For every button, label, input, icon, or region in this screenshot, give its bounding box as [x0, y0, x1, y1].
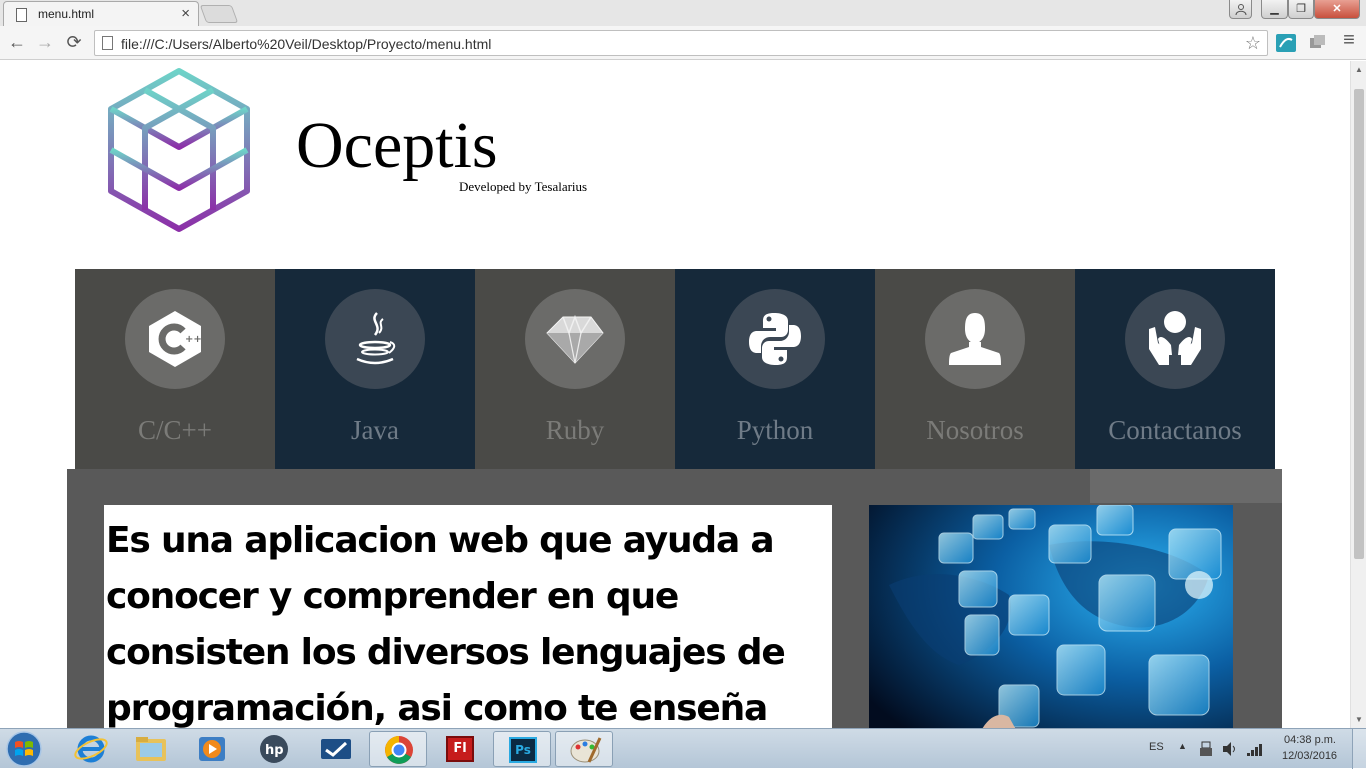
taskbar-flash[interactable]: Fl	[431, 731, 489, 767]
menu-icon-circle	[325, 289, 425, 389]
clock-time[interactable]: 04:38 p.m.	[1284, 734, 1336, 746]
windows-taskbar: hp Fl Ps ES ▲ 04:38 p.m. 12/03/2016	[0, 728, 1366, 769]
close-button[interactable]: ✕	[1314, 0, 1360, 19]
helping-hands-icon	[1149, 311, 1201, 365]
tab-strip: menu.html × ▁ ❐ ✕	[0, 0, 1366, 27]
task-app-icon	[321, 739, 351, 759]
taskbar-file-explorer[interactable]	[122, 731, 180, 767]
user-profile-icon	[1235, 4, 1246, 16]
chrome-icon	[385, 736, 413, 764]
menu-item-contactanos[interactable]: Contactanos	[1075, 269, 1275, 469]
url-text: file:///C:/Users/Alberto%20Veil/Desktop/…	[121, 36, 492, 52]
menu-icon-circle	[725, 289, 825, 389]
menu-icon-circle: ++	[125, 289, 225, 389]
page-icon	[102, 36, 113, 50]
windows-logo-icon	[6, 731, 42, 767]
oceptis-logo	[108, 68, 250, 232]
start-button[interactable]	[4, 730, 44, 768]
scroll-down-arrow-icon[interactable]: ▼	[1355, 715, 1363, 724]
photoshop-icon: Ps	[509, 737, 537, 763]
java-icon	[356, 312, 396, 365]
cast-extension-icon[interactable]	[1308, 34, 1328, 52]
profile-button[interactable]	[1229, 0, 1252, 19]
page-icon	[16, 8, 27, 22]
svg-text:hp: hp	[265, 743, 284, 758]
menu-icon-circle	[1125, 289, 1225, 389]
menu-item-label: Python	[736, 415, 814, 445]
menu-item-label: Contactanos	[1108, 415, 1242, 445]
taskbar-paint[interactable]	[555, 731, 613, 767]
volume-icon[interactable]	[1222, 741, 1238, 757]
show-desktop-button[interactable]	[1352, 729, 1366, 769]
chrome-menu-button[interactable]: ≡	[1338, 29, 1360, 52]
scroll-up-arrow-icon[interactable]: ▲	[1355, 65, 1363, 74]
taskbar-internet-explorer[interactable]	[62, 731, 120, 767]
reload-button[interactable]: ⟳	[63, 32, 85, 53]
menu-item-nosotros[interactable]: Nosotros	[875, 269, 1075, 469]
tab-close-button[interactable]: ×	[181, 5, 190, 22]
menu-item-label: Nosotros	[926, 415, 1024, 445]
taskbar-hp[interactable]: hp	[245, 731, 303, 767]
taskbar-chrome[interactable]	[369, 731, 427, 767]
ruby-icon	[546, 314, 604, 364]
browser-tab[interactable]: menu.html ×	[3, 1, 199, 27]
scrollbar-thumb[interactable]	[1354, 89, 1364, 559]
language-indicator[interactable]: ES	[1149, 741, 1164, 753]
paint-icon	[570, 737, 602, 763]
show-hidden-icons-button[interactable]: ▲	[1178, 741, 1187, 751]
brand-name: Oceptis	[296, 109, 498, 182]
taskbar-media-player[interactable]	[183, 731, 241, 767]
brand-tagline: Developed by Tesalarius	[459, 179, 588, 194]
flash-icon: Fl	[446, 736, 474, 762]
content-shade	[1090, 469, 1282, 503]
menu-item-cpp[interactable]: ++ C/C++	[75, 269, 275, 469]
svg-text:++: ++	[185, 334, 202, 345]
restore-button[interactable]: ❐	[1288, 0, 1314, 19]
menu-item-label: Ruby	[545, 415, 605, 445]
world-network-image	[869, 505, 1233, 728]
menu-item-ruby[interactable]: Ruby	[475, 269, 675, 469]
description-text: Es una aplicacion web que ayuda a conoce…	[104, 505, 832, 728]
menu-item-label: C/C++	[138, 415, 212, 445]
page-scrollbar[interactable]: ▲ ▼	[1350, 61, 1366, 728]
page-viewport: Oceptis Developed by Tesalarius ++ C/C++	[0, 61, 1350, 728]
bookmark-star-icon[interactable]: ☆	[1245, 33, 1261, 54]
user-icon	[949, 313, 1001, 365]
hp-icon: hp	[260, 735, 288, 763]
python-icon	[749, 313, 801, 365]
extension-icon[interactable]	[1276, 34, 1296, 52]
internet-explorer-icon	[74, 735, 108, 763]
back-button[interactable]: ←	[6, 32, 28, 53]
usb-device-icon[interactable]	[1199, 741, 1213, 757]
taskbar-task-app[interactable]	[307, 731, 365, 767]
network-signal-icon[interactable]	[1246, 741, 1264, 757]
cpp-icon: ++	[149, 311, 202, 367]
clock-date[interactable]: 12/03/2016	[1282, 750, 1337, 762]
address-bar[interactable]: file:///C:/Users/Alberto%20Veil/Desktop/…	[94, 30, 1268, 56]
taskbar-photoshop[interactable]: Ps	[493, 731, 551, 767]
media-player-icon	[199, 737, 225, 761]
tab-title: menu.html	[38, 7, 95, 21]
file-explorer-icon	[136, 737, 166, 761]
minimize-button[interactable]: ▁	[1261, 0, 1288, 19]
menu-icon-circle	[525, 289, 625, 389]
menu-item-python[interactable]: Python	[675, 269, 875, 469]
menu-item-label: Java	[351, 415, 399, 445]
new-tab-button[interactable]	[199, 5, 239, 23]
menu-item-java[interactable]: Java	[275, 269, 475, 469]
forward-button[interactable]: →	[34, 32, 56, 53]
browser-toolbar: ← → ⟳ file:///C:/Users/Alberto%20Veil/De…	[0, 26, 1366, 60]
menu-icon-circle	[925, 289, 1025, 389]
language-menu: ++ C/C++ Java Ruby Python Nosotros Conta…	[75, 269, 1275, 469]
